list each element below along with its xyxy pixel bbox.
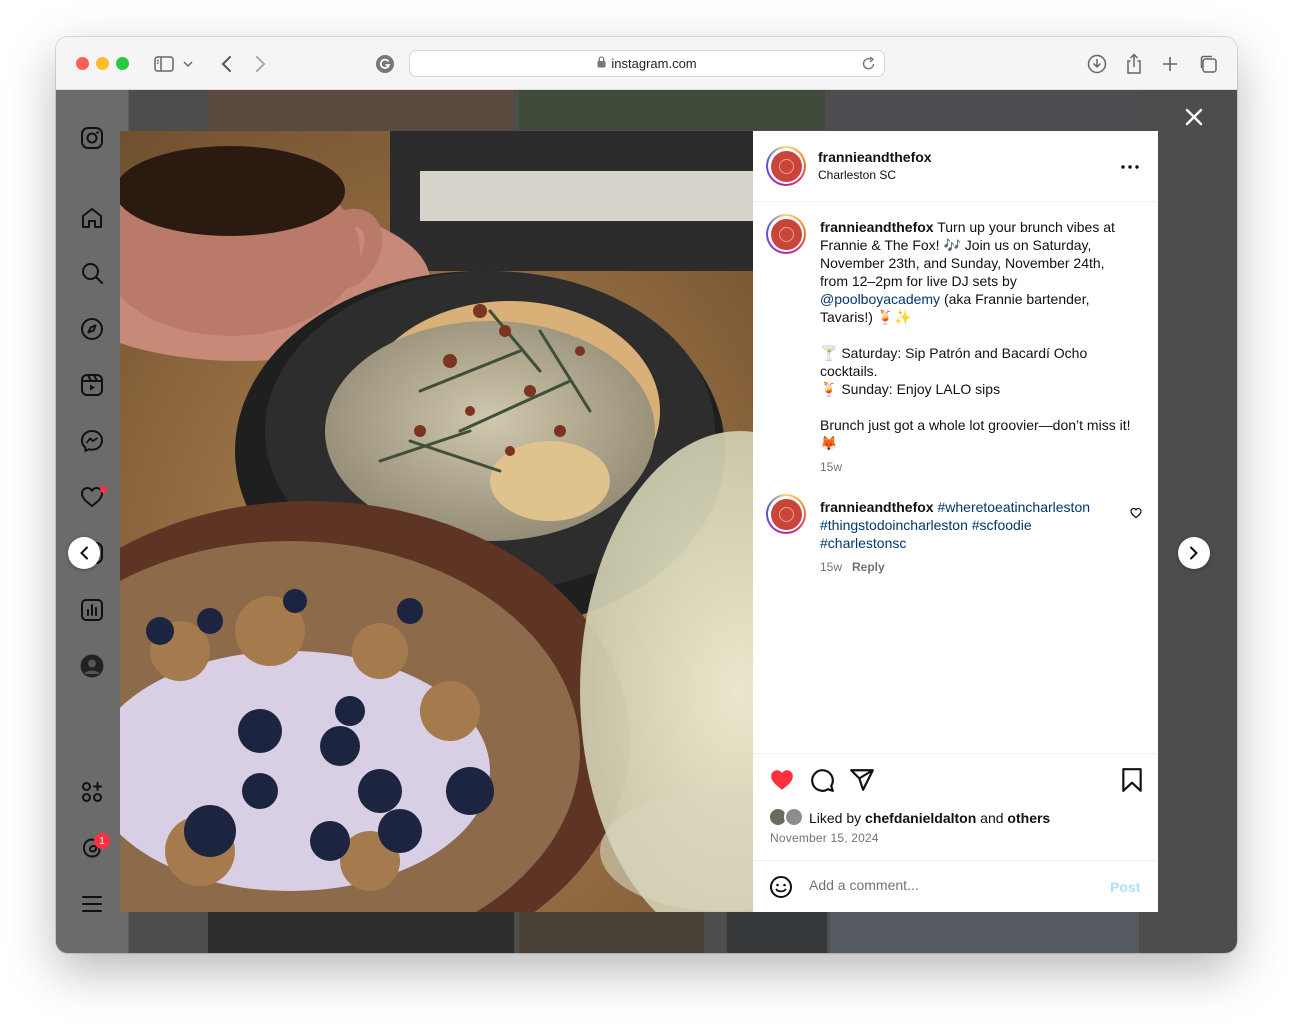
liked-prefix: Liked by [809, 810, 866, 826]
tab-overview-icon[interactable] [1195, 51, 1221, 77]
feed-tile [208, 912, 514, 953]
forward-icon[interactable] [248, 51, 274, 77]
browser-toolbar: instagram.com [56, 37, 1237, 90]
caption-author-avatar[interactable] [766, 214, 806, 254]
divider [753, 753, 1158, 754]
url-text: instagram.com [611, 56, 697, 71]
caption-sunday: 🍹 Sunday: Enjoy LALO sips [820, 381, 1001, 397]
feed-tile [830, 912, 1139, 953]
back-icon[interactable] [213, 51, 239, 77]
liked-user[interactable]: chefdanieldalton [865, 810, 976, 826]
liked-others[interactable]: others [1007, 810, 1050, 826]
comment-like-icon[interactable] [1130, 506, 1144, 520]
comment-icon[interactable] [809, 767, 835, 793]
liked-by: Liked by chefdanieldalton and others [809, 810, 1050, 826]
divider [753, 201, 1158, 202]
home-icon[interactable] [79, 205, 105, 231]
messenger-icon[interactable] [79, 428, 105, 454]
sidebar-toggle-icon[interactable] [151, 51, 177, 77]
notification-dot [100, 486, 107, 493]
caption-saturday: 🍸 Saturday: Sip Patrón and Bacardí Ocho … [820, 345, 1088, 379]
post-location[interactable]: Charleston SC [818, 168, 896, 182]
feed-tile [519, 90, 825, 130]
instagram-sidebar: 1 [56, 90, 129, 953]
also-from-meta-icon[interactable] [79, 779, 105, 805]
reply-button[interactable]: Reply [852, 560, 885, 574]
chevron-right-icon [1190, 546, 1198, 560]
share-post-icon[interactable] [849, 767, 875, 793]
download-icon[interactable] [1084, 51, 1110, 77]
reels-icon[interactable] [79, 372, 105, 398]
add-comment-bar: Post [753, 860, 1158, 912]
search-icon[interactable] [79, 260, 105, 286]
address-bar[interactable]: instagram.com [409, 50, 885, 77]
feed-tile [830, 90, 1139, 130]
post-caption: frannieandthefox Turn up your brunch vib… [820, 218, 1136, 476]
comment-author-avatar[interactable] [766, 494, 806, 534]
chevron-down-icon[interactable] [180, 51, 196, 77]
post-author-avatar[interactable] [766, 146, 806, 186]
minimize-window-button[interactable] [96, 57, 109, 70]
comment-username[interactable]: frannieandthefox [820, 499, 934, 515]
comment-time[interactable]: 15w [820, 560, 842, 574]
zoom-window-button[interactable] [116, 57, 129, 70]
like-icon[interactable] [769, 767, 795, 793]
share-icon[interactable] [1121, 51, 1147, 77]
previous-post-button[interactable] [68, 537, 100, 569]
close-modal-icon[interactable] [1182, 105, 1206, 129]
close-window-button[interactable] [76, 57, 89, 70]
instagram-page: 1 frannieandthefox Charleston SC frannie… [56, 90, 1237, 953]
caption-time[interactable]: 15w [820, 458, 1136, 476]
instagram-logo-icon[interactable] [79, 125, 105, 151]
post-details-panel: frannieandthefox Charleston SC franniean… [753, 131, 1158, 912]
liked-middle: and [976, 810, 1008, 826]
browser-window: instagram.com 1 frannieandthefox Charles… [56, 37, 1237, 953]
liker-avatar[interactable] [784, 807, 804, 827]
post-comment-button[interactable]: Post [1110, 879, 1140, 895]
new-tab-icon[interactable] [1157, 51, 1183, 77]
feed-tile [727, 912, 827, 953]
brunch-photo-image [120, 131, 753, 912]
threads-badge: 1 [94, 833, 110, 849]
menu-icon[interactable] [79, 891, 105, 917]
feed-tile [519, 912, 704, 953]
comment-meta: 15w Reply [820, 560, 885, 574]
caption-closing: Brunch just got a whole lot groovier—don… [820, 417, 1131, 451]
explore-icon[interactable] [79, 316, 105, 342]
dashboard-icon[interactable] [79, 597, 105, 623]
post-date[interactable]: November 15, 2024 [770, 831, 879, 845]
lock-icon [597, 56, 606, 71]
caption-username[interactable]: frannieandthefox [820, 219, 934, 235]
comment: frannieandthefox #wheretoeatincharleston… [820, 498, 1120, 552]
site-settings-icon[interactable] [372, 51, 398, 77]
feed-tile [208, 90, 514, 130]
more-options-icon[interactable] [1118, 155, 1142, 179]
reload-icon[interactable] [862, 56, 876, 74]
next-post-button[interactable] [1178, 537, 1210, 569]
profile-avatar[interactable] [79, 653, 105, 679]
post-photo [120, 131, 753, 912]
comment-input[interactable] [809, 877, 1099, 893]
chevron-left-icon [80, 546, 88, 560]
emoji-icon[interactable] [769, 875, 795, 901]
save-icon[interactable] [1119, 767, 1145, 793]
post-author-username[interactable]: frannieandthefox [818, 149, 932, 165]
mention-link[interactable]: @poolboyacademy [820, 291, 940, 307]
